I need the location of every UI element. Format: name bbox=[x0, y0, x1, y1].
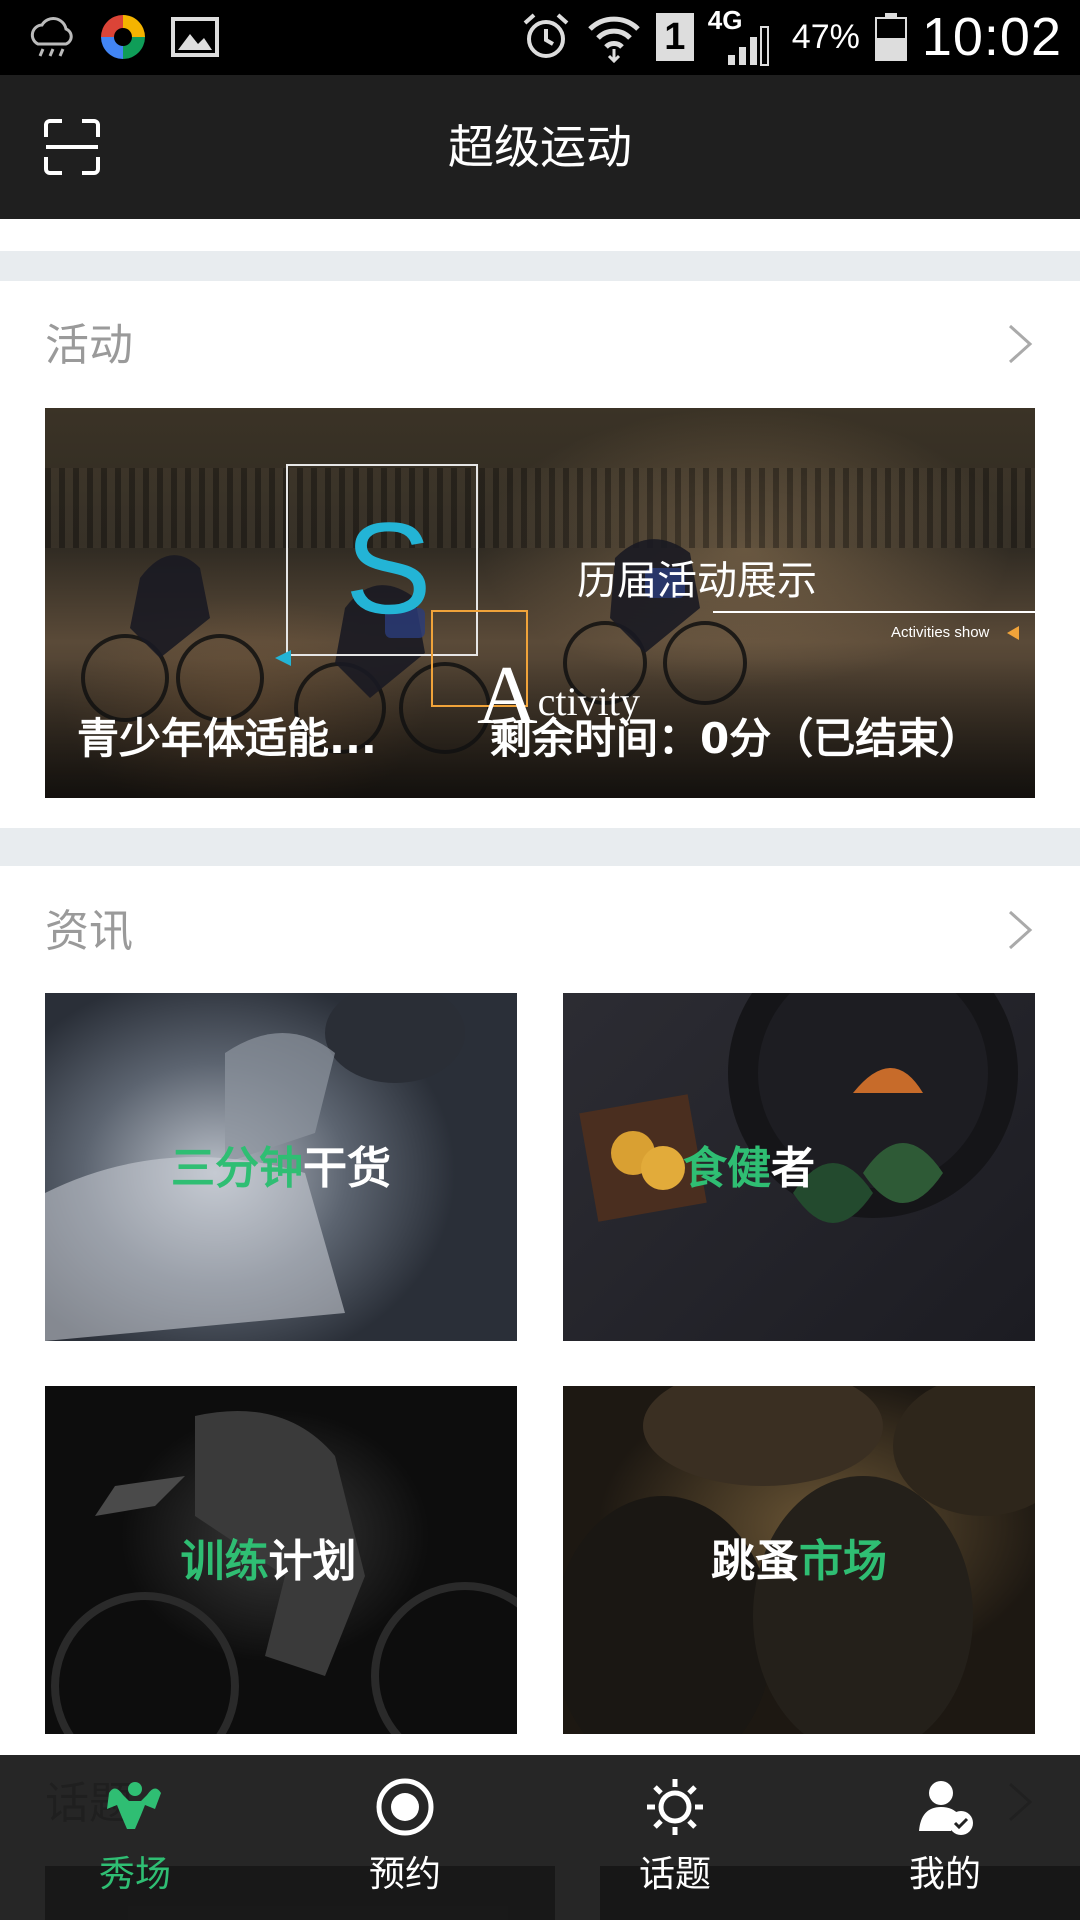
sim-slot-badge: 1 bbox=[655, 13, 694, 61]
tab-topics[interactable]: 话题 bbox=[540, 1755, 810, 1920]
news-tile-training-plan[interactable]: 训练计划 bbox=[45, 1386, 517, 1734]
banner-big-letter: S bbox=[345, 495, 432, 641]
battery-percent: 47% bbox=[791, 17, 860, 56]
app-colorful-icon bbox=[101, 15, 145, 59]
remaining-time: 剩余时间：0分（已结束） bbox=[490, 714, 982, 763]
weather-rain-icon bbox=[30, 17, 73, 57]
user-check-icon bbox=[919, 1781, 973, 1835]
section-title-news: 资讯 bbox=[45, 906, 133, 957]
tile-label: 训练计划 bbox=[180, 1536, 357, 1587]
wifi-icon bbox=[588, 16, 640, 63]
status-left bbox=[26, 12, 220, 62]
signal-group: 4G bbox=[708, 5, 778, 67]
chevron-right-icon[interactable] bbox=[1006, 322, 1036, 366]
section-divider bbox=[0, 828, 1080, 866]
tile-label: 跳蚤市场 bbox=[711, 1536, 887, 1587]
news-tile-flea-market[interactable]: 跳蚤市场 bbox=[563, 1386, 1035, 1734]
tab-label: 秀场 bbox=[98, 1854, 171, 1895]
muscle-icon bbox=[107, 1782, 161, 1829]
tab-label: 话题 bbox=[638, 1854, 711, 1895]
section-divider bbox=[0, 251, 1080, 281]
tab-reservation[interactable]: 预约 bbox=[270, 1755, 540, 1920]
event-name: 青少年体适能... bbox=[77, 714, 377, 763]
image-icon bbox=[171, 17, 219, 57]
alarm-icon bbox=[523, 13, 569, 58]
signal-icon bbox=[727, 26, 769, 66]
page-title: 超级运动 bbox=[448, 120, 632, 174]
status-bar: 1 4G 47% 10:02 bbox=[0, 0, 1080, 75]
tab-showcase[interactable]: 秀场 bbox=[0, 1755, 270, 1920]
tile-label: 三分钟干货 bbox=[171, 1143, 391, 1194]
tile-label: 食健者 bbox=[683, 1143, 815, 1194]
tab-label: 预约 bbox=[368, 1854, 441, 1895]
clock: 10:02 bbox=[921, 7, 1062, 67]
title-bar: 超级运动 bbox=[0, 75, 1080, 219]
chevron-right-icon[interactable] bbox=[1006, 908, 1036, 952]
tab-bar: 秀场 预约 话题 我的 bbox=[0, 1755, 1080, 1920]
status-right: 1 4G 47% 10:02 bbox=[520, 4, 1062, 70]
record-icon bbox=[376, 1778, 434, 1836]
activity-banner[interactable]: S Activity 历届活动展示 Activities show 青少年体适能… bbox=[45, 408, 1035, 798]
news-tile-healthy-food[interactable]: 食健者 bbox=[563, 993, 1035, 1341]
activities-show-caption: Activities show bbox=[891, 624, 990, 641]
section-title-activity: 活动 bbox=[45, 320, 133, 371]
news-tile-dry-goods[interactable]: 三分钟干货 bbox=[45, 993, 517, 1341]
sun-icon bbox=[647, 1779, 703, 1835]
tab-label: 我的 bbox=[908, 1854, 981, 1895]
tab-mine[interactable]: 我的 bbox=[810, 1755, 1080, 1920]
history-activities-label: 历届活动展示 bbox=[577, 558, 817, 604]
battery-icon bbox=[874, 13, 907, 61]
